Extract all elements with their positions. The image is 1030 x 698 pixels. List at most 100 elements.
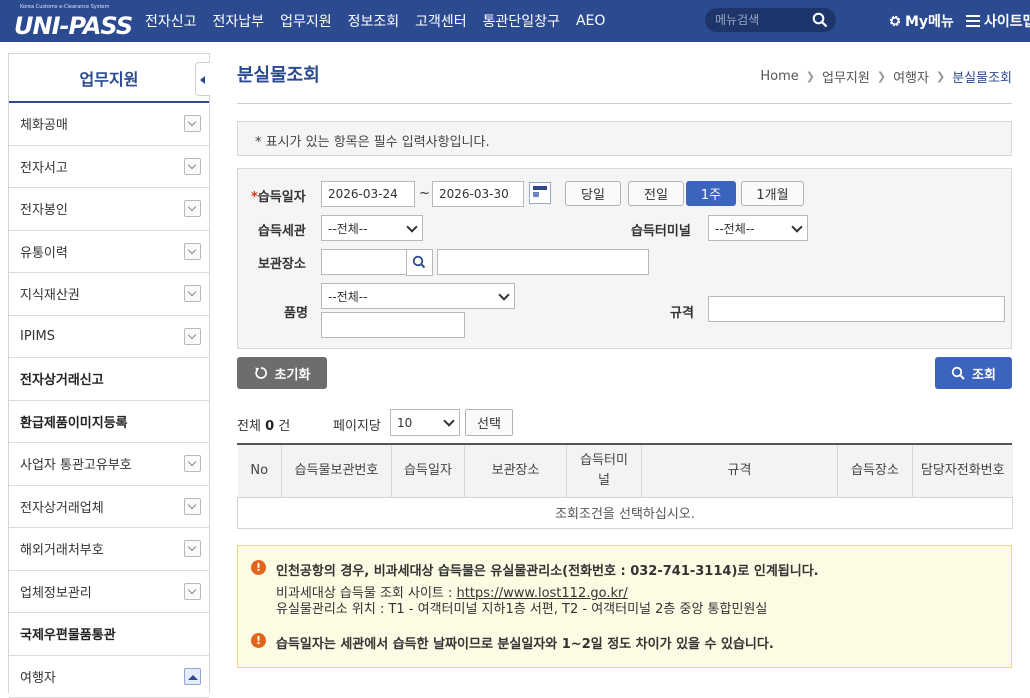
column-header: 습득물보관번호: [282, 445, 392, 497]
table-row: 조회조건을 선택하십시오.: [238, 497, 1013, 528]
empty-message: 조회조건을 선택하십시오.: [238, 497, 1013, 528]
sidebar-item-label: 전자봉인: [20, 199, 68, 218]
my-menu-button[interactable]: My메뉴: [888, 11, 954, 31]
item-text-input[interactable]: [321, 312, 465, 338]
customs-label: 습득세관: [258, 220, 306, 239]
expand-icon[interactable]: [184, 285, 201, 302]
period-today-button[interactable]: 당일: [565, 181, 621, 206]
choose-button[interactable]: 선택: [465, 409, 513, 436]
sitemap-label: 사이트맵: [984, 11, 1030, 31]
nav-item-business-support[interactable]: 업무지원: [280, 11, 332, 31]
period-yesterday-button[interactable]: 전일: [628, 181, 684, 206]
collapse-icon[interactable]: [184, 668, 201, 685]
nav-item-single-window[interactable]: 통관단일창구: [483, 11, 560, 31]
column-header: 담당자전화번호: [913, 445, 1013, 497]
expand-icon[interactable]: [184, 498, 201, 515]
sidebar-item-ip-rights[interactable]: 지식재산권: [9, 273, 209, 316]
sidebar-item-label: 해외거래처부호: [20, 539, 104, 558]
sidebar-item-ecommerce-company[interactable]: 전자상거래업체: [9, 486, 209, 529]
nav-item-electronic-payment[interactable]: 전자납부: [213, 11, 265, 31]
my-menu-label: My메뉴: [905, 11, 954, 31]
sidebar-item-label: 전자서고: [20, 157, 68, 176]
calendar-icon[interactable]: [529, 182, 551, 204]
date-to-input[interactable]: 2026-03-30: [432, 181, 524, 207]
breadcrumb-business-support[interactable]: 업무지원: [822, 67, 870, 86]
sidebar-item-business-code[interactable]: 사업자 통관고유부호: [9, 443, 209, 486]
expand-icon[interactable]: [184, 200, 201, 217]
chevron-right-icon: ❯: [806, 70, 815, 83]
sidebar-item-ipims[interactable]: IPIMS: [9, 316, 209, 359]
sidebar-item-label: 업체정보관리: [20, 582, 92, 601]
item-select[interactable]: --전체--: [321, 283, 515, 309]
table-header-row: No 습득물보관번호 습득일자 보관장소 습득터미 널 규격 습득장소 담당자전…: [238, 445, 1013, 497]
menu-search-box: [705, 8, 836, 32]
total-suffix: 건: [278, 419, 290, 434]
period-month-button[interactable]: 1개월: [741, 181, 804, 206]
nav-item-info-inquiry[interactable]: 정보조회: [348, 11, 400, 31]
terminal-select[interactable]: --전체--: [708, 215, 808, 241]
storage-label: 보관장소: [258, 253, 306, 272]
sidebar-item-ecommerce-declaration[interactable]: 전자상거래신고: [9, 358, 209, 401]
sidebar-item-distribution-history[interactable]: 유통이력: [9, 231, 209, 274]
sidebar-item-label: IPIMS: [20, 329, 55, 344]
total-prefix: 전체: [237, 419, 261, 434]
column-header: 습득터미 널: [567, 445, 642, 497]
expand-icon[interactable]: [184, 243, 201, 260]
sidebar-item-international-mail[interactable]: 국제우편물품통관: [9, 613, 209, 656]
sitemap-button[interactable]: 사이트맵: [966, 11, 1030, 31]
breadcrumb-current: 분실물조회: [952, 67, 1012, 86]
menu-search-input[interactable]: [715, 11, 811, 29]
per-page-label: 페이지당: [333, 415, 381, 434]
expand-icon[interactable]: [184, 328, 201, 345]
sidebar-item-overseas-partner[interactable]: 해외거래처부호: [9, 528, 209, 571]
sidebar-item-auction[interactable]: 체화공매: [9, 103, 209, 146]
sidebar-item-company-info[interactable]: 업체정보관리: [9, 571, 209, 614]
expand-icon[interactable]: [184, 158, 201, 175]
search-form: *습득일자 2026-03-24 ~ 2026-03-30 당일 전일 1주 1…: [237, 168, 1012, 349]
nav-item-electronic-declaration[interactable]: 전자신고: [145, 11, 197, 31]
nav-item-customer-center[interactable]: 고객센터: [415, 11, 467, 31]
sidebar-item-e-archive[interactable]: 전자서고: [9, 146, 209, 189]
expand-icon[interactable]: [184, 583, 201, 600]
gear-icon: [888, 14, 902, 28]
expand-icon[interactable]: [184, 455, 201, 472]
chevron-right-icon: ❯: [936, 70, 945, 83]
main-menu: 전자신고 전자납부 업무지원 정보조회 고객센터 통관단일창구 AEO: [145, 0, 621, 42]
reset-button[interactable]: 초기화: [237, 357, 327, 389]
info-location: 유실물관리소 위치 : T1 - 여객터미널 지하1층 서편, T2 - 여객터…: [276, 598, 767, 617]
customs-select[interactable]: --전체--: [321, 215, 423, 241]
sidebar-item-refund-image[interactable]: 환급제품이미지등록: [9, 401, 209, 444]
storage-search-button[interactable]: [406, 249, 433, 276]
sidebar-item-label: 국제우편물품통관: [20, 624, 116, 643]
expand-icon[interactable]: [184, 540, 201, 557]
sidebar-item-label: 유통이력: [20, 242, 68, 261]
sidebar-title: 업무지원: [9, 54, 209, 103]
search-button[interactable]: 조회: [935, 357, 1012, 389]
page-title: 분실물조회: [237, 61, 320, 87]
sidebar-item-traveler[interactable]: 여행자: [9, 656, 209, 698]
warning-icon: !: [251, 633, 266, 648]
column-header: 규격: [642, 445, 838, 497]
spec-input[interactable]: [708, 296, 1005, 322]
storage-name-input[interactable]: [437, 249, 649, 275]
unipass-logo[interactable]: Korea Customs e-Clearance System UNI-PAS…: [12, 4, 116, 38]
period-week-button[interactable]: 1주: [686, 181, 736, 206]
per-page-select[interactable]: 10: [390, 409, 460, 436]
sidebar-item-label: 전자상거래신고: [20, 369, 104, 388]
nav-item-aeo[interactable]: AEO: [576, 13, 605, 29]
results-table: No 습득물보관번호 습득일자 보관장소 습득터미 널 규격 습득장소 담당자전…: [237, 443, 1012, 529]
sidebar-collapse-icon[interactable]: [195, 62, 210, 96]
breadcrumb-home[interactable]: Home: [760, 69, 798, 84]
total-count: 전체 0 건: [237, 415, 290, 434]
storage-code-input[interactable]: [321, 249, 407, 275]
expand-icon[interactable]: [184, 115, 201, 132]
refresh-icon: [254, 366, 268, 380]
sidebar-item-label: 전자상거래업체: [20, 497, 104, 516]
search-icon[interactable]: [812, 12, 828, 28]
column-header: 습득장소: [838, 445, 913, 497]
breadcrumb-traveler[interactable]: 여행자: [893, 67, 929, 86]
logo-text: UNI-PASS: [14, 12, 132, 40]
sidebar-item-e-seal[interactable]: 전자봉인: [9, 188, 209, 231]
terminal-label: 습득터미널: [631, 220, 691, 239]
date-from-input[interactable]: 2026-03-24: [321, 181, 415, 207]
